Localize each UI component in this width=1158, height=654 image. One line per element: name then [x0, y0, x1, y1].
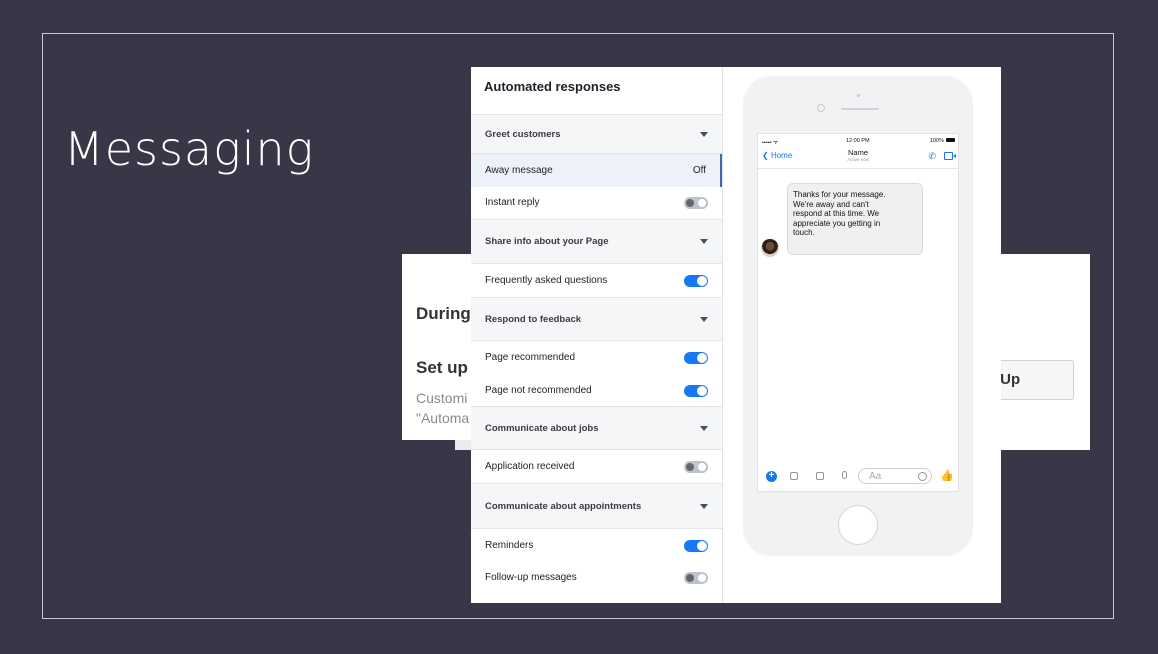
phone-sensor [857, 94, 860, 97]
during-heading: During [416, 304, 471, 323]
panel-title: Automated responses [484, 79, 621, 94]
automated-responses-screenshot: Automated responses Greet customers Away … [471, 67, 1001, 603]
section-label: Share info about your Page [485, 236, 609, 247]
message-line: respond at this time. We [793, 209, 880, 219]
section-header[interactable]: Share info about your Page [471, 219, 722, 264]
response-row[interactable]: Page not recommended [471, 374, 722, 407]
message-line: touch. [793, 228, 815, 238]
toggle-knob [686, 198, 694, 207]
response-row[interactable]: Page recommended [471, 341, 722, 374]
section-label: Respond to feedback [485, 313, 582, 325]
response-row[interactable]: Frequently asked questions [471, 264, 722, 297]
toggle-switch[interactable] [684, 274, 708, 287]
row-label: Follow-up messages [485, 572, 577, 583]
row-label: Frequently asked questions [485, 275, 608, 286]
section-header[interactable]: Greet customers [471, 114, 722, 154]
phone-camera [817, 104, 825, 112]
toggle-knob [697, 540, 707, 551]
call-icon[interactable]: ✆ [928, 151, 936, 162]
row-label: Instant reply [485, 197, 540, 208]
emoji-icon[interactable] [918, 472, 927, 481]
row-label: Page recommended [485, 352, 576, 363]
response-row[interactable]: Instant reply [471, 186, 722, 219]
automated-responses-panel: Automated responses Greet customers Away … [471, 67, 723, 603]
response-row[interactable]: Application received [471, 450, 722, 483]
toggle-switch[interactable] [684, 539, 708, 552]
message-line: Thanks for your message. [793, 190, 886, 199]
section-label: Greet customers [485, 128, 561, 140]
chevron-down-icon[interactable] [700, 239, 708, 244]
away-message-status: Off [692, 165, 706, 176]
toggle-switch[interactable] [684, 460, 708, 473]
row-label: Away message [485, 165, 553, 176]
row-label: Reminders [485, 540, 534, 551]
page-avatar [761, 239, 779, 257]
battery-percent: 100% [929, 138, 944, 144]
phone-speaker [841, 108, 879, 110]
toggle-knob [697, 385, 707, 396]
section-header[interactable]: Communicate about appointments [471, 483, 722, 529]
chevron-down-icon[interactable] [700, 131, 708, 137]
toggle-switch[interactable] [684, 384, 708, 397]
section-header[interactable]: Communicate about jobs [471, 406, 722, 450]
setup-heading: Set up [416, 358, 468, 377]
slide-title: Messaging [64, 122, 315, 176]
microphone-icon[interactable] [842, 471, 847, 479]
toggle-knob [686, 462, 694, 471]
camera-icon[interactable] [790, 472, 798, 480]
toggle-switch[interactable] [684, 351, 708, 364]
response-row[interactable]: Follow-up messages [471, 561, 722, 594]
signal-indicator: ••••• ᯤ [762, 140, 779, 146]
background-strip-right [998, 440, 1090, 450]
toggle-knob [686, 573, 694, 582]
toggle-knob [697, 275, 707, 286]
toggle-knob [697, 352, 707, 363]
response-row[interactable]: Away message Off [471, 154, 722, 187]
battery-icon [946, 138, 955, 142]
chevron-down-icon[interactable] [700, 425, 708, 431]
phone-home-button [838, 505, 878, 545]
toggle-switch[interactable] [684, 196, 708, 209]
plus-icon[interactable]: + [766, 471, 777, 482]
message-line: We're away and can't [793, 199, 869, 209]
thumbs-up-icon[interactable]: 👍 [940, 469, 954, 482]
section-header[interactable]: Respond to feedback [471, 297, 722, 341]
toggle-switch[interactable] [684, 571, 708, 584]
messenger-header: ❮ Home Name Active now ✆ [758, 146, 958, 169]
row-label: Page not recommended [485, 385, 592, 396]
status-time: 12:00 PM [846, 138, 870, 144]
phone-preview: ••••• ᯤ 12:00 PM 100% ❮ Home Name Active… [723, 67, 1001, 603]
phone-frame: ••••• ᯤ 12:00 PM 100% ❮ Home Name Active… [743, 76, 973, 556]
section-label: Communicate about appointments [485, 500, 642, 512]
section-label: Communicate about jobs [485, 422, 599, 434]
message-line: appreciate you getting in [793, 218, 881, 228]
phone-screen: ••••• ᯤ 12:00 PM 100% ❮ Home Name Active… [757, 133, 959, 492]
video-call-icon[interactable] [944, 152, 956, 160]
away-message-bubble: Thanks for your message. We're away and … [787, 183, 923, 255]
message-composer: + Aa 👍 [758, 463, 958, 491]
customize-text: Customi [416, 390, 468, 406]
row-label: Application received [485, 461, 575, 472]
chevron-down-icon[interactable] [700, 503, 708, 509]
response-row[interactable]: Reminders [471, 529, 722, 562]
image-icon[interactable] [816, 472, 824, 480]
chevron-down-icon[interactable] [700, 316, 708, 322]
automated-text: "Automa [416, 410, 470, 426]
